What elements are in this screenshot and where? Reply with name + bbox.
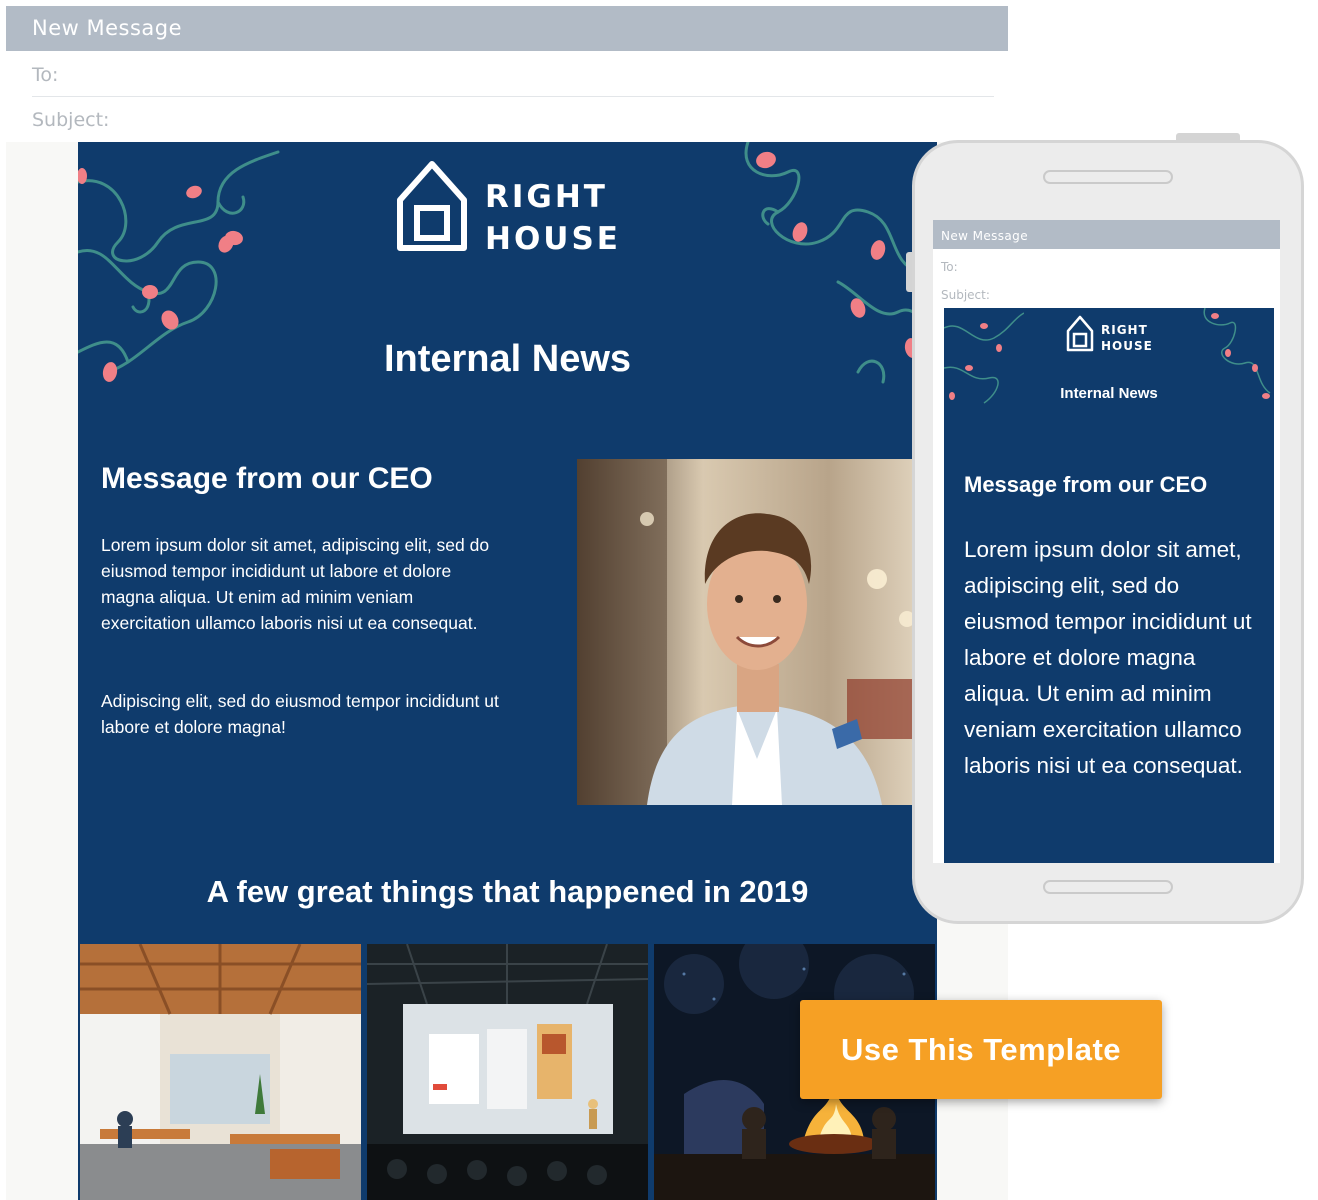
- phone-home-bar: [1043, 880, 1173, 894]
- use-this-template-button[interactable]: Use This Template: [800, 1000, 1162, 1099]
- highlights-heading: A few great things that happened in 2019: [206, 874, 809, 909]
- mobile-house-logo-icon: [1066, 315, 1094, 352]
- phone-speaker: [1043, 170, 1173, 184]
- mobile-email-preview: RIGHT HOUSE Internal News Message from o…: [944, 308, 1274, 863]
- brand-line-1: RIGHT: [485, 179, 608, 215]
- ceo-paragraph-2: Adipiscing elit, sed do eiusmod tempor i…: [101, 691, 499, 737]
- mobile-newsletter-title: Internal News: [1060, 385, 1158, 402]
- mobile-subject-field[interactable]: Subject:: [941, 288, 990, 302]
- brand-line-2: HOUSE: [485, 221, 621, 257]
- brand-wordmark: RIGHT HOUSE: [485, 176, 621, 260]
- phone-screen: New Message To: Subject: RIGHT HOUSE Int…: [933, 220, 1280, 863]
- subject-field[interactable]: Subject:: [32, 98, 994, 142]
- ceo-photo: [577, 459, 937, 805]
- compose-title-bar: New Message: [6, 6, 1008, 51]
- mobile-to-field[interactable]: To:: [941, 260, 958, 274]
- house-logo-icon: [397, 161, 467, 251]
- ceo-heading: Message from our CEO: [101, 462, 433, 495]
- office-photo: [80, 944, 361, 1200]
- mobile-compose-title-bar: New Message: [933, 220, 1280, 249]
- ceo-paragraph-1: Lorem ipsum dolor sit amet, adipiscing e…: [101, 535, 490, 633]
- mobile-brand-line-2: HOUSE: [1101, 339, 1153, 353]
- mobile-brand-wordmark: RIGHT HOUSE: [1101, 322, 1153, 354]
- newsletter-title: Internal News: [383, 338, 632, 380]
- mobile-ceo-heading: Message from our CEO: [964, 472, 1208, 497]
- mobile-ceo-paragraph: Lorem ipsum dolor sit amet, adipiscing e…: [964, 537, 1252, 778]
- presentation-stage-photo: [367, 944, 648, 1200]
- to-field[interactable]: To:: [32, 53, 994, 97]
- mobile-brand-line-1: RIGHT: [1101, 323, 1148, 337]
- email-header: RIGHT HOUSE Internal News: [78, 142, 937, 407]
